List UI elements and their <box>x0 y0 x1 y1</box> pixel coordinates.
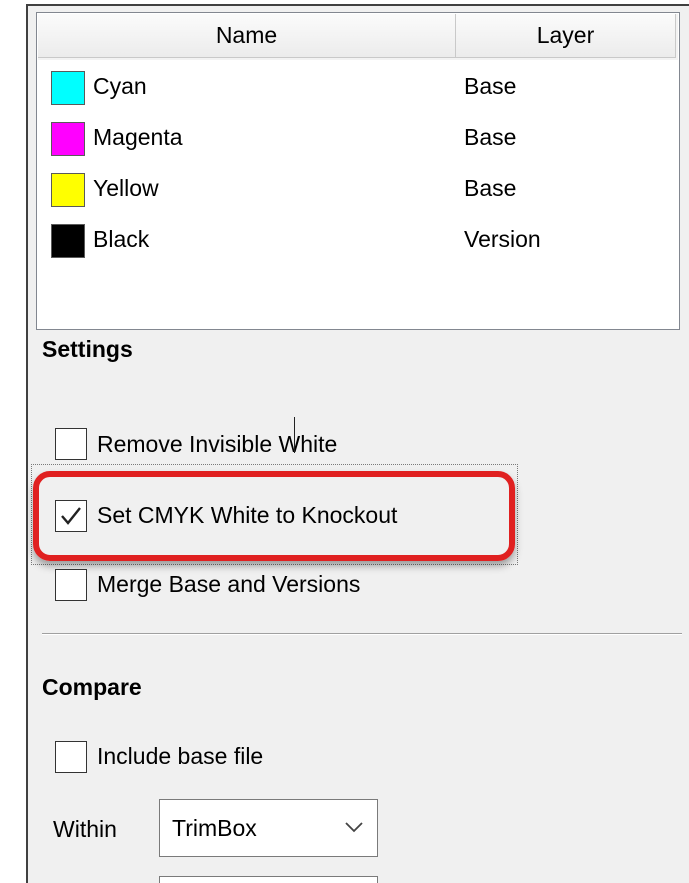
separation-layer: Base <box>464 124 517 150</box>
panel: Name Layer Cyan Base Magenta Base Yellow… <box>26 4 689 883</box>
list-item[interactable]: Black Version <box>37 213 679 264</box>
remove-invisible-white-checkbox[interactable] <box>55 428 87 460</box>
separation-layer: Version <box>464 226 541 252</box>
include-base-file-checkbox[interactable] <box>55 741 87 773</box>
list-header: Name Layer <box>38 14 678 60</box>
within-label: Within <box>53 816 117 842</box>
separation-name: Magenta <box>93 124 183 150</box>
compare-title: Compare <box>42 674 142 700</box>
merge-base-versions-checkbox[interactable] <box>55 569 87 601</box>
remove-invisible-white-label[interactable]: Remove Invisible White <box>97 431 337 458</box>
separations-list[interactable]: Name Layer Cyan Base Magenta Base Yellow… <box>36 12 680 330</box>
list-item[interactable]: Yellow Base <box>37 162 679 213</box>
color-swatch-icon <box>51 71 85 105</box>
color-swatch-icon <box>51 224 85 258</box>
color-swatch-icon <box>51 173 85 207</box>
separation-name: Cyan <box>93 73 147 99</box>
within-select-value: TrimBox <box>172 815 257 841</box>
color-swatch-icon <box>51 122 85 156</box>
include-base-file-label[interactable]: Include base file <box>97 743 263 770</box>
separation-layer: Base <box>464 73 517 99</box>
list-item[interactable]: Magenta Base <box>37 111 679 162</box>
section-divider <box>42 633 682 635</box>
list-item[interactable]: Cyan Base <box>37 60 679 111</box>
separation-name: Black <box>93 226 150 252</box>
column-header-name[interactable]: Name <box>38 14 456 58</box>
merge-base-versions-label[interactable]: Merge Base and Versions <box>97 571 360 598</box>
column-header-layer[interactable]: Layer <box>456 14 676 58</box>
settings-title: Settings <box>42 336 133 362</box>
separation-name: Yellow <box>93 175 159 201</box>
chevron-down-icon <box>345 822 363 833</box>
within-select[interactable]: TrimBox <box>159 799 378 857</box>
text-cursor-icon <box>294 417 295 453</box>
secondary-select[interactable] <box>159 876 378 883</box>
highlight-callout <box>33 471 515 561</box>
separation-layer: Base <box>464 175 517 201</box>
